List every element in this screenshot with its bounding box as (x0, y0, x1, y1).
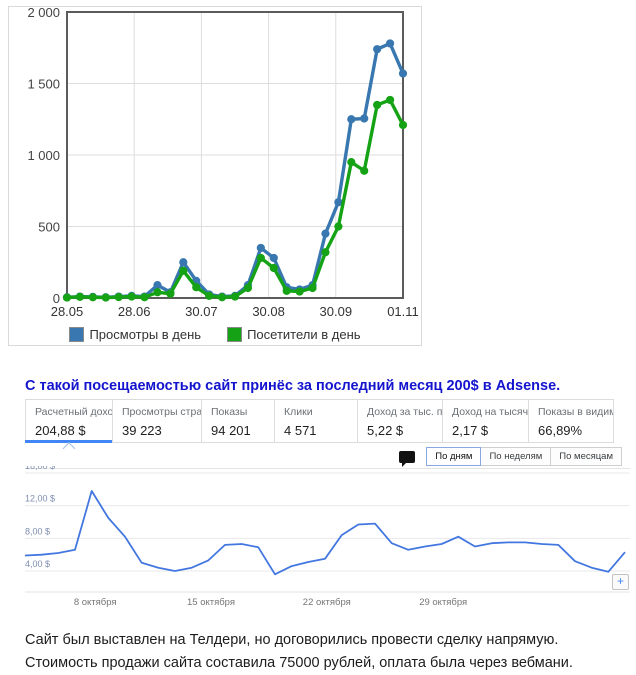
view-toggle-group: По днямПо неделямПо месяцам (427, 447, 622, 466)
revenue-chart-svg: 4,00 $ 8,00 $ 12,00 $ 16,00 $ 8 октября 15 ок… (0, 466, 636, 612)
svg-text:28.05: 28.05 (51, 304, 84, 319)
legend-swatch (227, 327, 242, 342)
svg-text:1 500: 1 500 (27, 77, 60, 92)
svg-text:30.08: 30.08 (252, 304, 285, 319)
adsense-card-1[interactable]: Расчетный доход 204,88 $ (25, 399, 113, 443)
selected-card-caret-icon (63, 442, 76, 455)
chart-controls: По днямПо неделямПо месяцам (399, 447, 622, 466)
card-value: 39 223 (122, 423, 201, 438)
comment-bubble-icon[interactable] (399, 451, 415, 463)
traffic-chart-legend: Просмотры в день Посетители в день (9, 327, 421, 342)
svg-text:8 октября: 8 октября (74, 597, 117, 608)
card-value: 4 571 (284, 423, 357, 438)
card-label: Показы в видимой ... (538, 406, 613, 418)
svg-text:22 октября: 22 октября (303, 597, 351, 608)
card-value: 66,89% (538, 423, 613, 438)
svg-text:500: 500 (38, 220, 60, 235)
footer-line-2: Стоимость продажи сайта составила 75000 … (25, 652, 631, 675)
svg-text:28.06: 28.06 (118, 304, 151, 319)
legend-swatch (69, 327, 84, 342)
page-title: С такой посещаемостью сайт принёс за пос… (25, 378, 625, 394)
svg-text:1 000: 1 000 (27, 148, 60, 163)
card-value: 94 201 (211, 423, 274, 438)
svg-text:30.09: 30.09 (320, 304, 353, 319)
footer-text: Сайт был выставлен на Телдери, но догово… (25, 629, 631, 675)
card-label: Показы (211, 406, 274, 418)
svg-text:01.11: 01.11 (387, 304, 419, 319)
card-value: 5,22 $ (367, 423, 442, 438)
traffic-chart: 05001 0001 5002 00028.0528.0630.0730.083… (8, 6, 422, 346)
page: { "page": { "heading": "С такой посещаем… (0, 0, 636, 670)
card-label: Расчетный доход (35, 406, 112, 418)
card-value: 204,88 $ (35, 423, 112, 438)
card-label: Клики (284, 406, 357, 418)
traffic-chart-svg: 05001 0001 5002 00028.0528.0630.0730.083… (9, 7, 419, 343)
card-value: 2,17 $ (452, 423, 528, 438)
svg-text:12,00 $: 12,00 $ (25, 494, 55, 504)
legend-item: Просмотры в день (69, 327, 201, 342)
card-label: Просмотры страниц (122, 406, 201, 418)
adsense-card-7[interactable]: Показы в видимой ... 66,89% (528, 399, 614, 443)
view-button-option[interactable]: По месяцам (550, 447, 622, 466)
adsense-card-3[interactable]: Показы 94 201 (201, 399, 275, 443)
card-label: Доход на тысячу п... (452, 406, 528, 418)
adsense-card-2[interactable]: Просмотры страниц 39 223 (112, 399, 202, 443)
adsense-card-6[interactable]: Доход на тысячу п... 2,17 $ (442, 399, 529, 443)
svg-text:30.07: 30.07 (185, 304, 218, 319)
footer-line-1: Сайт был выставлен на Телдери, но догово… (25, 629, 631, 652)
view-button-selected[interactable]: По дням (426, 447, 481, 466)
adsense-card-4[interactable]: Клики 4 571 (274, 399, 358, 443)
legend-label: Просмотры в день (89, 327, 201, 342)
view-button-option[interactable]: По неделям (480, 447, 551, 466)
adsense-metric-cards: Расчетный доход204,88 $Просмотры страниц… (25, 399, 614, 443)
svg-text:8,00 $: 8,00 $ (25, 526, 50, 536)
svg-text:16,00 $: 16,00 $ (25, 466, 55, 471)
svg-text:2 000: 2 000 (27, 7, 60, 20)
legend-item: Посетители в день (227, 327, 360, 342)
expand-chart-button[interactable]: + (612, 574, 629, 590)
svg-text:4,00 $: 4,00 $ (25, 559, 50, 569)
svg-text:29 октября: 29 октября (419, 597, 467, 608)
legend-label: Посетители в день (247, 327, 360, 342)
svg-text:15 октября: 15 октября (187, 597, 235, 608)
card-label: Доход за тыс. пока... (367, 406, 442, 418)
adsense-card-5[interactable]: Доход за тыс. пока... 5,22 $ (357, 399, 443, 443)
